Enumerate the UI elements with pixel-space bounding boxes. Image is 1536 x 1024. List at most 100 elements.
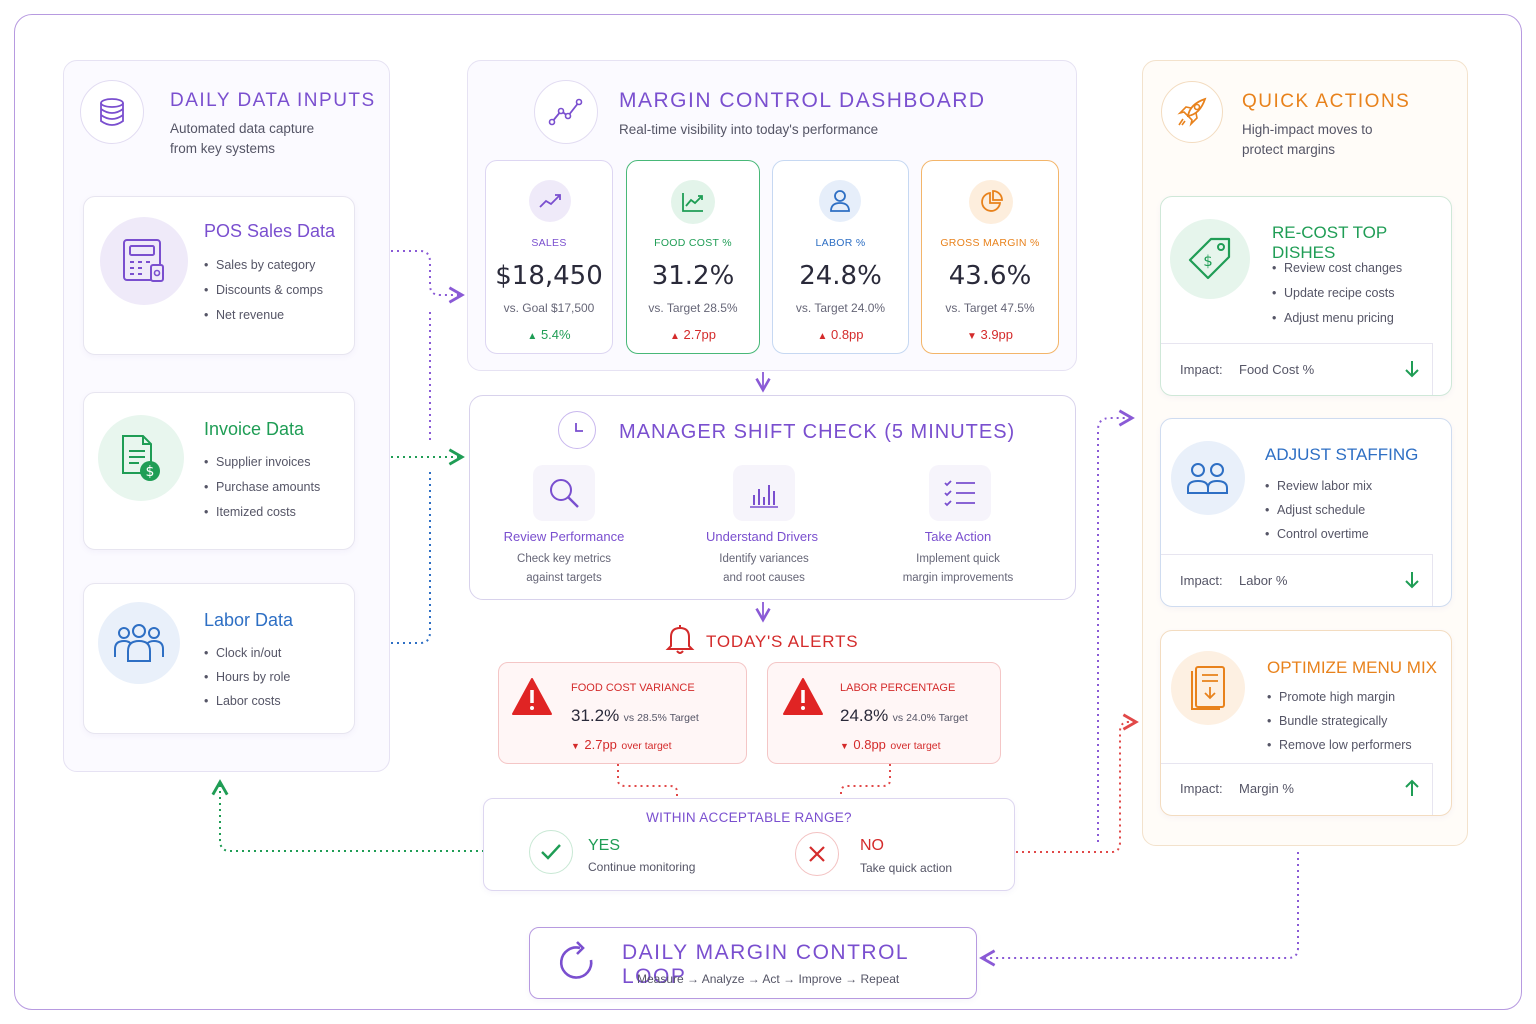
labor-list: Clock in/out Hours by role Labor costs — [204, 641, 290, 713]
list-item: Itemized costs — [204, 500, 320, 525]
arrow-up-icon — [1404, 778, 1420, 801]
arrow-down-icon — [1404, 359, 1420, 382]
list-item: Clock in/out — [204, 641, 290, 665]
kpi-labor-value: 24.8% — [799, 261, 882, 291]
action-3-list: Promote high margin Bundle strategically… — [1267, 685, 1412, 757]
svg-text:$: $ — [146, 464, 155, 480]
action-menu-mix-card[interactable]: OPTIMIZE MENU MIX Promote high margin Bu… — [1160, 630, 1452, 816]
kpi-labor: LABOR % 24.8% vs. Target 24.0% ▲ 0.8pp — [772, 160, 909, 354]
down-triangle-icon: ▼ — [840, 741, 849, 751]
step-2-desc-1: Identify variances — [719, 553, 809, 565]
loop-step: Repeat — [860, 972, 900, 986]
step-2-title: Understand Drivers — [706, 529, 818, 544]
line-chart-icon — [671, 180, 715, 224]
kpi-sales-label: SALES — [531, 237, 567, 249]
list-item: Control overtime — [1265, 522, 1372, 546]
kpi-food-sub: vs. Target 28.5% — [648, 301, 738, 315]
alert-2-value: 24.8% — [840, 706, 889, 725]
kpi-margin-sub: vs. Target 47.5% — [945, 301, 1035, 315]
warning-icon — [782, 677, 824, 722]
alert-labor: LABOR PERCENTAGE 24.8% vs 24.0% Target ▼… — [767, 662, 1001, 764]
kpi-margin-value: 43.6% — [948, 261, 1032, 291]
actions-title: QUICK ACTIONS — [1242, 91, 1411, 112]
staff-icon — [1171, 441, 1245, 515]
kpi-labor-label: LABOR % — [815, 237, 866, 249]
no-connector — [1016, 713, 1139, 853]
alert-1-value: 31.2% — [571, 706, 620, 725]
actions-subtitle-2: protect margins — [1242, 142, 1336, 157]
kpi-food-delta: ▲ 2.7pp — [627, 327, 759, 342]
alert-1-delta: 2.7pp — [584, 737, 617, 752]
kpi-margin-label: GROSS MARGIN % — [940, 237, 1040, 249]
alert2-connector — [840, 764, 891, 798]
kpi-labor-delta-value: 0.8pp — [830, 327, 864, 342]
loop-step: Measure — [637, 972, 684, 986]
down-triangle-icon: ▼ — [571, 741, 580, 751]
loop-arrow: → — [845, 972, 858, 986]
action-1-list: Review cost changes Update recipe costs … — [1272, 256, 1402, 331]
alert-2-note: over target — [890, 740, 941, 752]
trend-chart-icon — [534, 80, 598, 144]
loop-arrow: → — [747, 972, 760, 986]
action-1-impact-value: Food Cost % — [1239, 362, 1315, 377]
alert-1-label: FOOD COST VARIANCE — [571, 682, 695, 694]
action-recost-card[interactable]: $ RE-COST TOP DISHES Review cost changes… — [1160, 196, 1452, 396]
rocket-icon — [1161, 81, 1223, 143]
loop-step: Analyze — [701, 972, 745, 986]
invoice-title: Invoice Data — [204, 419, 305, 439]
list-item: Net revenue — [204, 303, 323, 328]
kpi-margin-delta-value: 3.9pp — [980, 327, 1014, 342]
checklist-icon — [929, 465, 991, 521]
action-2-title: ADJUST STAFFING — [1265, 445, 1419, 464]
person-icon — [819, 180, 861, 222]
kpi-sales: SALES $18,450 vs. Goal $17,500 ▲ 5.4% — [485, 160, 613, 354]
menu-icon — [1171, 651, 1245, 725]
check-icon — [529, 830, 573, 874]
loop-step: Act — [762, 972, 780, 986]
up-triangle-icon: ▲ — [817, 331, 828, 342]
kpi-labor-delta: ▲ 0.8pp — [773, 327, 908, 342]
trend-line-icon — [529, 180, 571, 222]
pos-list: Sales by category Discounts & comps Net … — [204, 253, 323, 328]
database-icon — [80, 80, 144, 144]
kpi-sales-delta-value: 5.4% — [540, 327, 571, 342]
pie-chart-icon — [969, 180, 1013, 224]
alert-1-note: over target — [621, 740, 672, 752]
loop-arrow: → — [783, 972, 796, 986]
actions-loop-connector — [979, 852, 1299, 967]
pos-title: POS Sales Data — [204, 221, 336, 241]
actions-subtitle-1: High-impact moves to — [1242, 122, 1373, 137]
list-item: Review cost changes — [1272, 256, 1402, 281]
labor-card: Labor Data Clock in/out Hours by role La… — [83, 583, 355, 734]
kpi-labor-sub: vs. Target 24.0% — [795, 301, 886, 315]
decision-yes: YES — [588, 837, 621, 854]
kpi-sales-delta: ▲ 5.4% — [486, 327, 612, 342]
pos-card: POS Sales Data Sales by category Discoun… — [83, 196, 355, 355]
action-3-impact: Impact: Margin % — [1161, 763, 1433, 815]
loop-step: Improve — [798, 972, 842, 986]
up-triangle-icon: ▲ — [669, 331, 680, 342]
decision-question: WITHIN ACCEPTABLE RANGE? — [646, 810, 852, 825]
kpi-gross-margin: GROSS MARGIN % 43.6% vs. Target 47.5% ▼ … — [921, 160, 1059, 354]
kpi-sales-value: $18,450 — [495, 261, 603, 291]
magnifier-icon — [533, 465, 595, 521]
kpi-food-value: 31.2% — [651, 261, 735, 291]
svg-text:$: $ — [1203, 252, 1213, 270]
action-staffing-card[interactable]: ADJUST STAFFING Review labor mix Adjust … — [1160, 418, 1452, 607]
invoice-icon: $ — [98, 415, 184, 501]
loop-steps: Measure → Analyze → Act → Improve → Repe… — [637, 972, 899, 986]
list-item: Bundle strategically — [1267, 709, 1412, 733]
inputs-title: DAILY DATA INPUTS — [170, 90, 376, 111]
list-item: Labor costs — [204, 689, 290, 713]
loop-arrow: → — [687, 972, 700, 986]
loop-box: DAILY MARGIN CONTROL LOOP Measure → Anal… — [529, 927, 977, 999]
kpi-food-delta-value: 2.7pp — [683, 327, 717, 342]
list-item: Adjust schedule — [1265, 498, 1372, 522]
step-1-desc-1: Check key metrics — [517, 553, 611, 565]
list-item: Sales by category — [204, 253, 323, 278]
decision-yes-desc: Continue monitoring — [588, 860, 696, 874]
list-item: Promote high margin — [1267, 685, 1412, 709]
list-item: Adjust menu pricing — [1272, 306, 1402, 331]
inputs-subtitle-1: Automated data capture — [170, 121, 315, 136]
yes-connector — [211, 779, 490, 852]
